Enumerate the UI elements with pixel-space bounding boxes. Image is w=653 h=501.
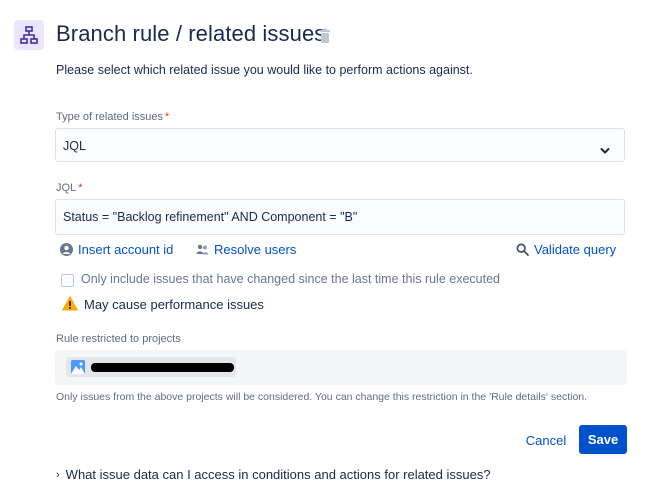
users-icon bbox=[196, 244, 209, 254]
chevron-right-icon: › bbox=[56, 468, 60, 481]
insert-account-id-label: Insert account id bbox=[78, 242, 174, 257]
projects-label: Rule restricted to projects bbox=[56, 333, 181, 345]
jql-input[interactable] bbox=[55, 199, 625, 235]
only-changed-checkbox[interactable] bbox=[61, 274, 74, 287]
resolve-users-link[interactable]: Resolve users bbox=[196, 242, 296, 257]
search-icon bbox=[516, 243, 529, 256]
project-avatar bbox=[71, 360, 85, 374]
project-chip[interactable] bbox=[66, 357, 236, 377]
warning-icon bbox=[62, 296, 78, 311]
related-type-label-text: Type of related issues bbox=[56, 111, 164, 123]
chevron-down-icon bbox=[600, 142, 610, 154]
projects-hint: Only issues from the above projects will… bbox=[56, 391, 588, 403]
trash-icon[interactable] bbox=[319, 28, 331, 44]
jql-label: JQL * bbox=[56, 182, 82, 194]
validate-query-link[interactable]: Validate query bbox=[516, 242, 616, 257]
description-text: Please select which related issue you wo… bbox=[56, 63, 473, 77]
branch-icon bbox=[14, 20, 44, 50]
related-type-label: Type of related issues * bbox=[56, 111, 169, 123]
cancel-button[interactable]: Cancel bbox=[520, 427, 572, 453]
related-type-value: JQL bbox=[63, 139, 86, 153]
related-type-select[interactable]: JQL bbox=[55, 128, 625, 162]
only-changed-label: Only include issues that have changed si… bbox=[81, 272, 500, 286]
projects-field[interactable] bbox=[55, 350, 627, 385]
redacted-project-name bbox=[91, 363, 234, 372]
required-mark: * bbox=[78, 182, 83, 194]
insert-account-id-link[interactable]: Insert account id bbox=[60, 242, 173, 257]
performance-warning: May cause performance issues bbox=[84, 297, 264, 312]
validate-query-label: Validate query bbox=[534, 242, 617, 257]
faq-text: What issue data can I access in conditio… bbox=[65, 467, 491, 482]
resolve-users-label: Resolve users bbox=[214, 242, 297, 257]
related-issues-faq-toggle[interactable]: › What issue data can I access in condit… bbox=[56, 467, 491, 482]
required-mark: * bbox=[165, 111, 170, 123]
save-button[interactable]: Save bbox=[579, 425, 627, 454]
page-title: Branch rule / related issues bbox=[56, 21, 326, 46]
user-icon bbox=[60, 243, 73, 256]
jql-label-text: JQL bbox=[56, 182, 77, 194]
